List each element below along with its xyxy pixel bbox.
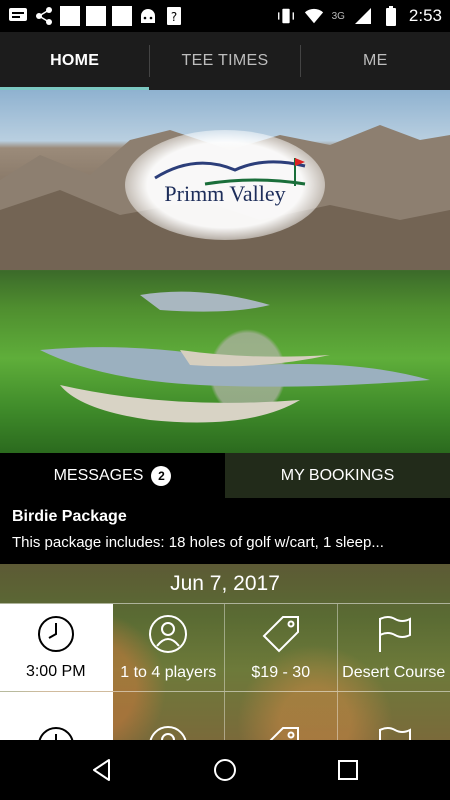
battery-icon [381, 6, 401, 26]
tee-date: Jun 7, 2017 [0, 564, 450, 604]
back-icon[interactable] [89, 757, 115, 783]
tee-time-label: 3:00 PM [25, 662, 86, 680]
wifi-icon [304, 6, 324, 26]
players-cell[interactable]: 1 to 4 players [113, 604, 225, 691]
network-type: 3G [331, 10, 345, 22]
tab-me[interactable]: ME [301, 32, 450, 90]
person-icon [149, 725, 187, 740]
flag-icon [378, 726, 411, 740]
svg-text:?: ? [171, 10, 177, 24]
players-cell[interactable] [113, 692, 225, 740]
home-icon[interactable] [212, 757, 238, 783]
primm-valley-logo: Primm Valley [125, 130, 325, 240]
tee-time-cell[interactable] [0, 692, 113, 740]
price-cell[interactable]: $19 - 30 [225, 604, 338, 691]
course-illustration [40, 291, 430, 423]
recents-icon[interactable] [335, 757, 361, 783]
system-nav-bar [0, 740, 450, 800]
tag-icon [268, 726, 299, 740]
messages-label: MESSAGES [53, 466, 144, 484]
tab-my-bookings[interactable]: MY BOOKINGS [225, 453, 450, 498]
course-label: Desert Course [342, 663, 446, 681]
android-icon [138, 6, 158, 26]
tab-tee-times[interactable]: TEE TIMES [150, 32, 299, 90]
tab-home[interactable]: HOME [0, 32, 150, 90]
price-cell[interactable] [225, 692, 338, 740]
clock-time: 2:53 [408, 6, 442, 25]
tee-time-row[interactable]: 3:00 PM 1 to 4 players $19 - 30 Desert C… [0, 604, 450, 692]
players-label: 1 to 4 players [120, 663, 217, 681]
tab-messages[interactable]: MESSAGES 2 [0, 453, 225, 498]
message-icon [8, 6, 28, 26]
my-bookings-label: MY BOOKINGS [280, 466, 395, 484]
message-card[interactable]: Birdie Package This package includes: 18… [0, 498, 450, 564]
messages-bookings-switch: MESSAGES 2 MY BOOKINGS [0, 453, 450, 498]
course-cell[interactable] [338, 692, 450, 740]
message-body: This package includes: 18 holes of golf … [12, 534, 384, 551]
hero-image: Primm Valley [0, 90, 450, 453]
app-icon [60, 6, 80, 26]
message-title: Birdie Package [12, 508, 127, 525]
vibrate-icon [276, 6, 296, 26]
clock-icon [37, 615, 74, 652]
signal-icon [353, 6, 373, 26]
app-icon [86, 6, 106, 26]
share-icon [34, 6, 54, 26]
status-bar: ? 3G 2:53 [0, 0, 450, 32]
flag-icon [378, 615, 411, 652]
top-tab-bar: HOME TEE TIMES ME [0, 32, 450, 90]
tee-time-row[interactable] [0, 692, 450, 740]
person-icon [149, 614, 188, 653]
tee-time-cell[interactable]: 3:00 PM [0, 604, 113, 691]
messages-count-badge: 2 [151, 465, 172, 486]
app-icon [112, 6, 132, 26]
clock-icon [38, 726, 74, 740]
unknown-icon: ? [164, 6, 184, 26]
tee-times-panel: Jun 7, 2017 3:00 PM 1 to 4 players $19 -… [0, 564, 450, 740]
tag-icon [262, 615, 299, 652]
course-cell[interactable]: Desert Course [338, 604, 450, 691]
price-label: $19 - 30 [251, 663, 311, 681]
